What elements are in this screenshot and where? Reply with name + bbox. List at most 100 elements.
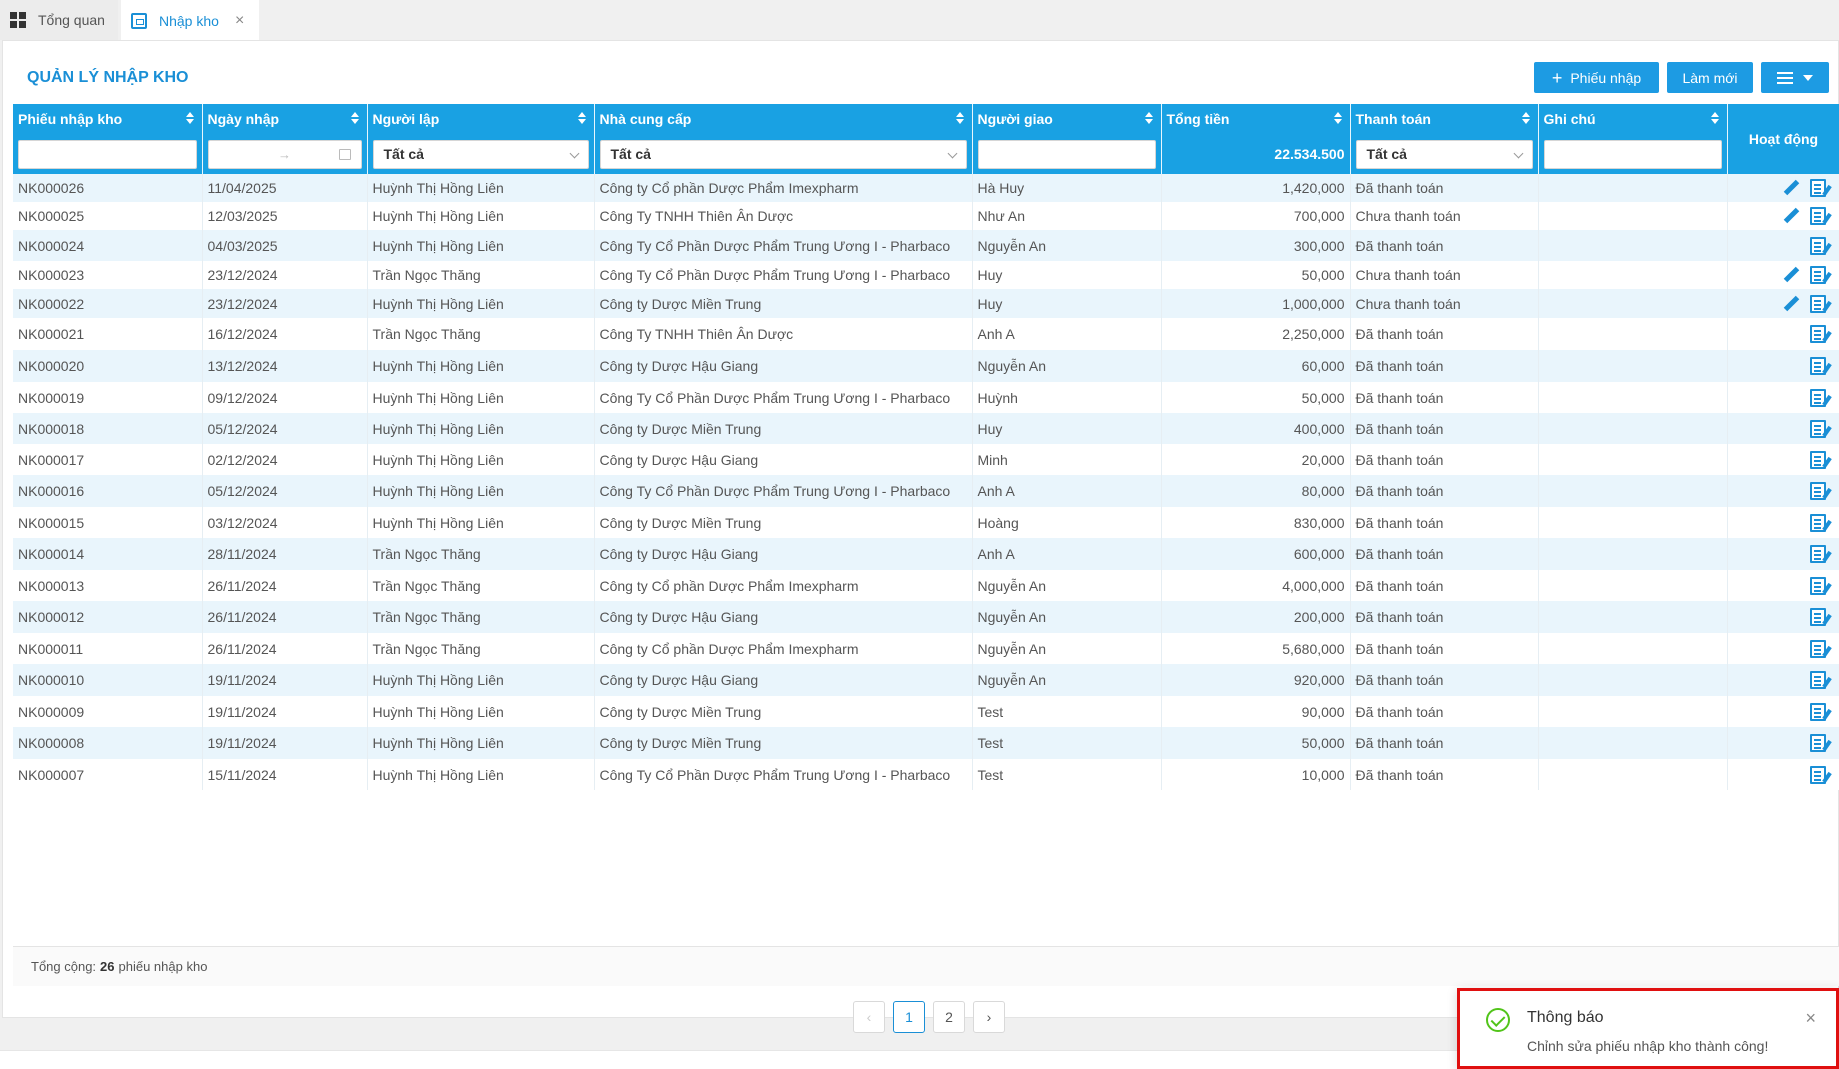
view-note-icon[interactable] [1809, 450, 1826, 469]
table-row[interactable]: NK000007 15/11/2024 Huỳnh Thị Hồng Liên Côn… [13, 759, 1839, 790]
cell-total: 1,420,000 [1161, 174, 1351, 202]
cell-payment: Chưa thanh toán [1350, 202, 1539, 230]
cell-supplier: Công ty Cổ phần Dược Phẩm Imexpharm [594, 633, 973, 664]
view-note-icon[interactable] [1809, 482, 1826, 501]
filter-date-cell: → [202, 134, 368, 174]
page-button-1[interactable]: 1 [893, 1001, 925, 1033]
sort-icon[interactable] [1521, 112, 1530, 124]
view-note-icon[interactable] [1809, 576, 1826, 595]
cell-actions [1727, 202, 1839, 230]
add-receipt-button[interactable]: + Phiếu nhập [1534, 62, 1659, 93]
col-header-payment[interactable]: Thanh toán [1350, 104, 1539, 134]
view-note-icon[interactable] [1809, 266, 1826, 285]
view-note-icon[interactable] [1809, 207, 1826, 226]
view-note-icon[interactable] [1809, 357, 1826, 376]
table-row[interactable]: NK000021 16/12/2024 Trần Ngọc Thăng Công Ty… [13, 318, 1839, 350]
view-note-icon[interactable] [1809, 325, 1826, 344]
pagination: ‹ 1 2 › [853, 1001, 1005, 1033]
filter-payment-select[interactable]: Tất cả [1355, 139, 1533, 169]
cell-date: 28/11/2024 [202, 538, 368, 570]
cell-code: NK000009 [13, 696, 203, 727]
table-row[interactable]: NK000014 28/11/2024 Trần Ngọc Thăng Công ty… [13, 538, 1839, 570]
table-row[interactable]: NK000022 23/12/2024 Huỳnh Thị Hồng Liên Côn… [13, 289, 1839, 318]
cell-date: 15/11/2024 [202, 759, 368, 790]
filter-creator-select[interactable]: Tất cả [372, 139, 589, 169]
filter-code-input[interactable] [18, 139, 197, 169]
refresh-button[interactable]: Làm mới [1667, 62, 1753, 93]
page-button-2[interactable]: 2 [933, 1001, 965, 1033]
view-note-icon[interactable] [1809, 513, 1826, 532]
sort-icon[interactable] [185, 112, 194, 124]
sort-icon[interactable] [350, 112, 359, 124]
pencil-icon[interactable] [1782, 179, 1800, 197]
cell-code: NK000011 [13, 633, 203, 664]
table-row[interactable]: NK000016 05/12/2024 Huỳnh Thị Hồng Liên Côn… [13, 475, 1839, 507]
close-icon[interactable]: × [1805, 1008, 1816, 1029]
filter-date-range[interactable]: → [207, 139, 362, 169]
view-note-icon[interactable] [1809, 179, 1826, 198]
cell-note [1538, 759, 1728, 790]
cell-total: 1,000,000 [1161, 289, 1351, 318]
table-row[interactable]: NK000009 19/11/2024 Huỳnh Thị Hồng Liên Côn… [13, 696, 1839, 727]
filter-note-input[interactable] [1543, 139, 1722, 169]
table-row[interactable]: NK000012 26/11/2024 Trần Ngọc Thăng Công ty… [13, 601, 1839, 633]
filter-supplier-select[interactable]: Tất cả [599, 139, 967, 169]
cell-date: 09/12/2024 [202, 382, 368, 413]
next-page-button[interactable]: › [973, 1001, 1005, 1033]
add-receipt-label: Phiếu nhập [1570, 69, 1642, 86]
table-row[interactable]: NK000026 11/04/2025 Huỳnh Thị Hồng Liên Côn… [13, 174, 1839, 202]
table-row[interactable]: NK000020 13/12/2024 Huỳnh Thị Hồng Liên Côn… [13, 350, 1839, 382]
col-header-total[interactable]: Tổng tiền [1161, 104, 1351, 134]
table-row[interactable]: NK000008 19/11/2024 Huỳnh Thị Hồng Liên Côn… [13, 727, 1839, 759]
cell-supplier: Công ty Dược Miền Trung [594, 727, 973, 759]
filter-deliverer-input[interactable] [977, 139, 1156, 169]
prev-page-button[interactable]: ‹ [853, 1001, 885, 1033]
view-note-icon[interactable] [1809, 671, 1826, 690]
col-header-creator[interactable]: Người lập [367, 104, 595, 134]
table-row[interactable]: NK000025 12/03/2025 Huỳnh Thị Hồng Liên Côn… [13, 202, 1839, 230]
tab-import[interactable]: Nhập kho × [121, 0, 259, 40]
close-icon[interactable]: × [235, 12, 244, 30]
view-note-icon[interactable] [1809, 294, 1826, 313]
col-header-date[interactable]: Ngày nhập [202, 104, 368, 134]
table-row[interactable]: NK000023 23/12/2024 Trần Ngọc Thăng Công Ty… [13, 261, 1839, 289]
col-header-note[interactable]: Ghi chú [1538, 104, 1728, 134]
table-row[interactable]: NK000024 04/03/2025 Huỳnh Thị Hồng Liên Côn… [13, 230, 1839, 261]
view-note-icon[interactable] [1809, 639, 1826, 658]
view-note-icon[interactable] [1809, 419, 1826, 438]
table-row[interactable]: NK000015 03/12/2024 Huỳnh Thị Hồng Liên Côn… [13, 507, 1839, 538]
cell-payment: Đã thanh toán [1350, 318, 1539, 350]
sort-icon[interactable] [1710, 112, 1719, 124]
table-row[interactable]: NK000017 02/12/2024 Huỳnh Thị Hồng Liên Côn… [13, 444, 1839, 475]
pencil-icon[interactable] [1782, 266, 1800, 284]
pencil-icon[interactable] [1782, 207, 1800, 225]
table-row[interactable]: NK000018 05/12/2024 Huỳnh Thị Hồng Liên Côn… [13, 413, 1839, 444]
sort-icon[interactable] [1333, 112, 1342, 124]
table-row[interactable]: NK000011 26/11/2024 Trần Ngọc Thăng Công ty… [13, 633, 1839, 664]
view-note-icon[interactable] [1809, 388, 1826, 407]
view-note-icon[interactable] [1809, 236, 1826, 255]
cell-deliverer: Anh A [972, 475, 1162, 507]
cell-creator: Huỳnh Thị Hồng Liên [367, 202, 595, 230]
column-settings-button[interactable] [1761, 62, 1829, 93]
cell-deliverer: Nguyễn An [972, 570, 1162, 601]
view-note-icon[interactable] [1809, 765, 1826, 784]
view-note-icon[interactable] [1809, 608, 1826, 627]
view-note-icon[interactable] [1809, 734, 1826, 753]
table-row[interactable]: NK000010 19/11/2024 Huỳnh Thị Hồng Liên Côn… [13, 664, 1839, 696]
table-footer: Tổng cộng: 26 phiếu nhập kho [13, 946, 1839, 986]
col-header-code[interactable]: Phiếu nhập kho [13, 104, 203, 134]
sort-icon[interactable] [577, 112, 586, 124]
sort-icon[interactable] [1144, 112, 1153, 124]
pencil-icon[interactable] [1782, 295, 1800, 313]
col-header-deliverer[interactable]: Người giao [972, 104, 1162, 134]
view-note-icon[interactable] [1809, 702, 1826, 721]
table-row[interactable]: NK000019 09/12/2024 Huỳnh Thị Hồng Liên Côn… [13, 382, 1839, 413]
view-note-icon[interactable] [1809, 545, 1826, 564]
sort-icon[interactable] [955, 112, 964, 124]
cell-actions [1727, 382, 1839, 413]
col-header-supplier[interactable]: Nhà cung cấp [594, 104, 973, 134]
table-row[interactable]: NK000013 26/11/2024 Trần Ngọc Thăng Công ty… [13, 570, 1839, 601]
col-header-creator-label: Người lập [372, 111, 440, 127]
tab-overview[interactable]: Tổng quan [0, 0, 118, 40]
